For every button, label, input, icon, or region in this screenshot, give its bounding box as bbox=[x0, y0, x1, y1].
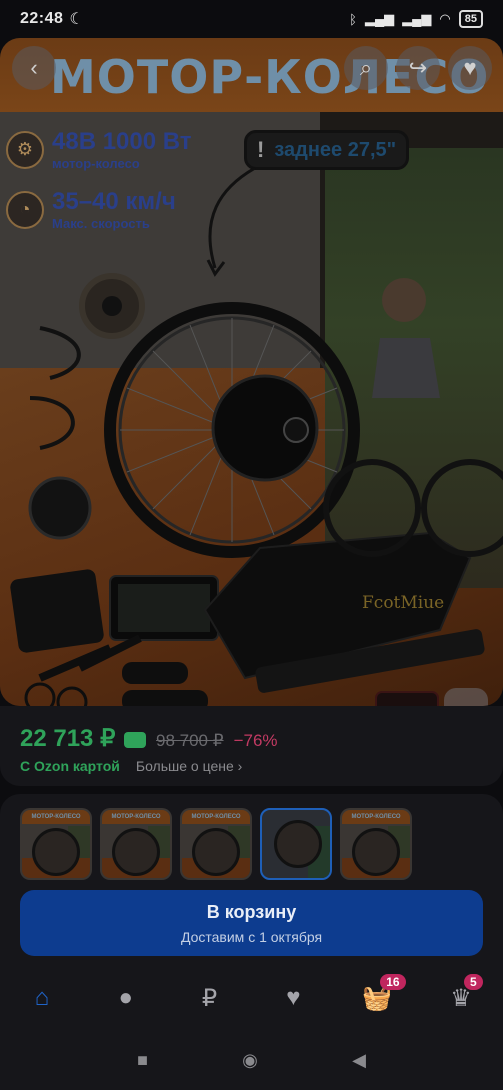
apple-icon: ● bbox=[118, 984, 133, 1011]
ozon-card-chip-icon bbox=[124, 731, 147, 748]
thumbnail-3[interactable]: МОТОР-КОЛЕСО bbox=[180, 808, 252, 880]
chevron-left-icon: ‹ bbox=[30, 55, 38, 80]
ozon-card-label: С Ozon картой bbox=[20, 758, 120, 774]
signal-icon: ▂▄▆ bbox=[364, 11, 395, 26]
heart-icon: ♥ bbox=[286, 984, 301, 1011]
thumbnail-5[interactable]: МОТОР-КОЛЕСО bbox=[340, 808, 412, 880]
wifi-icon: ◠ bbox=[439, 11, 451, 26]
back-button[interactable]: ‹ bbox=[12, 46, 56, 90]
current-price: 22 713 ₽ bbox=[20, 724, 147, 753]
nav-fresh[interactable]: ● bbox=[101, 978, 151, 1018]
thumbnail-2[interactable]: МОТОР-КОЛЕСО bbox=[100, 808, 172, 880]
share-icon: ↪ bbox=[408, 55, 428, 80]
cart-count-badge: 16 bbox=[380, 974, 406, 990]
search-button[interactable]: ⌕ bbox=[344, 46, 388, 90]
chevron-right-icon: › bbox=[237, 758, 243, 774]
home-circle-icon[interactable]: ◉ bbox=[242, 1050, 258, 1071]
product-image[interactable]: МОТОР-КОЛЕСО ⚙ 48В 1000 Вт мотор-колесо … bbox=[0, 38, 503, 706]
nav-home[interactable]: ⌂ bbox=[17, 978, 67, 1018]
status-time: 22:48 bbox=[20, 10, 64, 27]
old-price: 98 700 ₽ bbox=[156, 731, 224, 750]
price-card: 22 713 ₽ 98 700 ₽ −76% С Ozon картой Бол… bbox=[0, 706, 503, 786]
recent-apps-icon[interactable]: ■ bbox=[137, 1050, 148, 1071]
heart-icon: ♥ bbox=[463, 55, 477, 80]
gallery-thumbnails: МОТОР-КОЛЕСО МОТОР-КОЛЕСО МОТОР-КОЛЕСО М… bbox=[20, 808, 412, 880]
system-nav-bar: ■ ◉ ◀ bbox=[0, 1040, 503, 1080]
back-triangle-icon[interactable]: ◀ bbox=[352, 1050, 366, 1071]
bottom-panel: МОТОР-КОЛЕСО МОТОР-КОЛЕСО МОТОР-КОЛЕСО М… bbox=[0, 794, 503, 1090]
favorite-button[interactable]: ♥ bbox=[448, 46, 492, 90]
nav-profile[interactable]: ♛ 5 bbox=[436, 974, 486, 1018]
add-to-cart-button[interactable]: В корзину Доставим с 1 октября bbox=[20, 890, 483, 956]
share-button[interactable]: ↪ bbox=[396, 46, 440, 90]
signal-icon-2: ▂▄▆ bbox=[402, 11, 432, 26]
image-search-button[interactable]: ⌕ bbox=[444, 688, 488, 706]
thumbnail-1[interactable]: МОТОР-КОЛЕСО bbox=[20, 808, 92, 880]
price-row: 22 713 ₽ 98 700 ₽ −76% bbox=[20, 724, 278, 753]
profile-count-badge: 5 bbox=[464, 974, 483, 990]
bluetooth-icon: ᛒ bbox=[349, 11, 357, 27]
status-bar: 22:48 ☾ ᛒ ▂▄▆ ▂▄▆ ◠ 85 bbox=[0, 0, 503, 38]
image-search-icon: ⌕ bbox=[460, 699, 471, 707]
nav-finance[interactable]: ₽ bbox=[185, 978, 235, 1018]
more-about-price-link[interactable]: Больше о цене › bbox=[136, 758, 242, 774]
search-icon: ⌕ bbox=[359, 55, 373, 80]
thumbnail-4[interactable] bbox=[260, 808, 332, 880]
home-icon: ⌂ bbox=[34, 984, 50, 1011]
nav-cart[interactable]: 🧺 16 bbox=[352, 974, 406, 1018]
discount-badge: −76% bbox=[233, 731, 278, 750]
battery-brand: FcotMiue bbox=[362, 593, 445, 613]
nav-favorites[interactable]: ♥ bbox=[268, 978, 318, 1018]
battery-indicator: 85 bbox=[458, 10, 483, 28]
ruble-icon: ₽ bbox=[201, 984, 218, 1012]
moon-icon: ☾ bbox=[69, 11, 84, 28]
bottom-nav: ⌂ ● ₽ ♥ 🧺 16 ♛ 5 bbox=[0, 974, 503, 1018]
